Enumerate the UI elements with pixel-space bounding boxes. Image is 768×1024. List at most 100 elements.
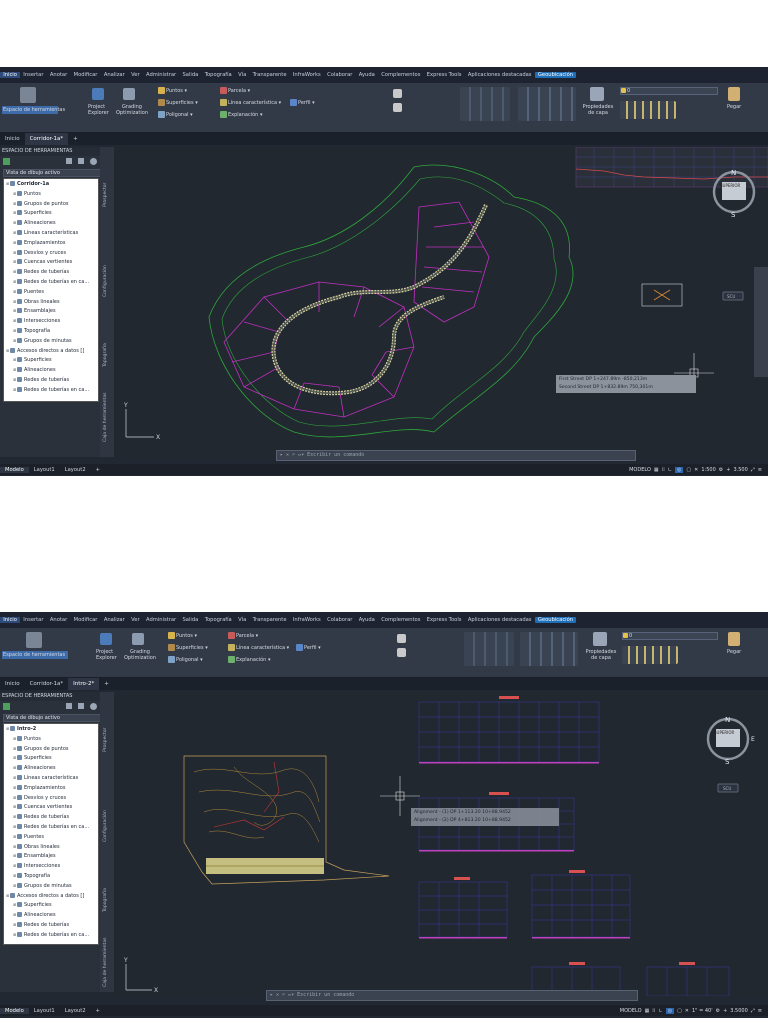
side-tab[interactable]: Topografía	[103, 343, 108, 367]
tree-item[interactable]: ⊞ Superficies	[4, 900, 98, 910]
puntos-button[interactable]: Puntos ▾	[168, 632, 197, 639]
file-tab[interactable]: Corridor-1a*	[24, 133, 69, 145]
section-view-icon[interactable]	[397, 634, 406, 643]
tree-item[interactable]: ⊞ Intro-2	[4, 724, 98, 734]
menu-item[interactable]: Express Tools	[424, 72, 465, 78]
menu-item[interactable]: Inicio	[0, 617, 21, 623]
tree-item[interactable]: ⊞ Superficies	[4, 753, 98, 763]
menu-item[interactable]: Salida	[179, 617, 201, 623]
tree-item[interactable]: ⊞ Ensamblajes	[4, 306, 98, 316]
new-tab-icon[interactable]: +	[99, 678, 114, 690]
tree-item[interactable]: ⊞ Obras lineales	[4, 842, 98, 852]
tree-item[interactable]: ⊞ Alineaciones	[4, 218, 98, 228]
menu-item[interactable]: Geoubicación	[534, 72, 577, 78]
plus-icon[interactable]: +	[723, 1008, 727, 1014]
layout-tab[interactable]: Layout1	[29, 1008, 60, 1014]
modify-tools-icon[interactable]	[520, 632, 578, 666]
espacio-herramientas-button[interactable]: Espacio de herramientas	[2, 106, 65, 114]
profile-view-icon[interactable]	[397, 648, 406, 657]
command-line[interactable]: ▸ ✕ ⌕ ▭▾ Escribir un comando	[276, 450, 636, 461]
tools-icon[interactable]	[20, 87, 36, 103]
tree-item[interactable]: ⊞ Puentes	[4, 832, 98, 842]
grading-optimization-button[interactable]: Grading Optimization	[124, 649, 156, 661]
osnap-icon[interactable]: ▢	[686, 467, 691, 473]
menu-item[interactable]: Modificar	[70, 72, 100, 78]
snap-icon[interactable]: ⁞⁞	[662, 467, 665, 473]
model-space-toggle[interactable]: MODELO	[629, 467, 651, 473]
tree-item[interactable]: ⊞ Puntos	[4, 734, 98, 744]
profile-view-icon[interactable]	[393, 103, 402, 112]
tree-item[interactable]: ⊞ Ensamblajes	[4, 851, 98, 861]
layer-dropdown[interactable]: 0	[620, 87, 718, 95]
annotation-scale[interactable]: 1" = 40'	[692, 1008, 713, 1014]
side-tab[interactable]: Configuración	[103, 265, 108, 297]
palette-grid-icon[interactable]	[78, 703, 84, 709]
palette-list-icon[interactable]	[66, 158, 72, 164]
annotation-icon[interactable]: ✕	[694, 467, 698, 473]
tree-item[interactable]: ⊞ Grupos de minutas	[4, 881, 98, 891]
tree-item[interactable]: ⊞ Cuencas vertientes	[4, 802, 98, 812]
palette-grid-icon[interactable]	[78, 158, 84, 164]
tree-item[interactable]: ⊞ Topografía	[4, 326, 98, 336]
wcs-label[interactable]: SCU	[727, 294, 735, 299]
tree-item[interactable]: ⊞ Redes de tuberías	[4, 920, 98, 930]
file-tab[interactable]: Inicio	[0, 678, 25, 690]
menu-item[interactable]: Modificar	[70, 617, 100, 623]
explanacion-button[interactable]: Explanación ▾	[220, 111, 262, 118]
ortho-icon[interactable]: ∟	[668, 467, 672, 473]
menu-item[interactable]: Anotar	[47, 617, 71, 623]
side-tab[interactable]: Prospector	[103, 183, 108, 207]
project-explorer-button[interactable]: Project Explorer	[96, 649, 118, 661]
layer-tools-icon[interactable]	[620, 101, 676, 119]
tree-item[interactable]: ⊞ Emplazamientos	[4, 783, 98, 793]
side-tab[interactable]: Topografía	[103, 888, 108, 912]
layout-tab[interactable]: Modelo	[0, 466, 29, 473]
project-explorer-icon[interactable]	[92, 88, 104, 100]
side-tab[interactable]: Caja de herramientas	[103, 392, 108, 442]
menu-item[interactable]: Aplicaciones destacadas	[465, 617, 535, 623]
tree-item[interactable]: ⊞ Superficies	[4, 355, 98, 365]
layout-tab[interactable]: Modelo	[0, 1007, 29, 1014]
menu-item[interactable]: Ayuda	[356, 617, 378, 623]
parcela-button[interactable]: Parcela ▾	[220, 87, 250, 94]
perfil-button[interactable]: Perfil ▾	[296, 644, 321, 651]
linea-caracteristica-button[interactable]: Línea característica ▾	[228, 644, 289, 651]
side-tab[interactable]: Configuración	[103, 810, 108, 842]
menu-item[interactable]: Colaborar	[324, 617, 356, 623]
wcs-label[interactable]: SCU	[723, 786, 731, 791]
fullscreen-icon[interactable]: ⤢	[751, 1008, 755, 1014]
tree-item[interactable]: ⊞ Redes de tuberías	[4, 812, 98, 822]
menu-item[interactable]: Colaborar	[324, 72, 356, 78]
tree-item[interactable]: ⊞ Redes de tuberías en ca...	[4, 822, 98, 832]
grading-optimization-icon[interactable]	[132, 633, 144, 645]
menu-item[interactable]: Analizar	[101, 617, 128, 623]
clipboard-icon[interactable]	[728, 632, 740, 646]
file-tab[interactable]: Inicio	[0, 133, 25, 145]
menu-item[interactable]: Anotar	[47, 72, 71, 78]
snap-icon[interactable]: ⁞⁞	[652, 1008, 655, 1014]
side-tab[interactable]: Caja de herramientas	[103, 937, 108, 987]
layout-tab[interactable]: Layout2	[60, 1008, 91, 1014]
ortho-icon[interactable]: ∟	[658, 1008, 662, 1014]
menu-item[interactable]: InfraWorks	[290, 72, 324, 78]
menu-item[interactable]: Insertar	[20, 617, 47, 623]
tree-item[interactable]: ⊞ Puentes	[4, 287, 98, 297]
draw-tools-icon[interactable]	[460, 87, 510, 121]
menu-item[interactable]: Transparente	[249, 617, 289, 623]
menu-item[interactable]: Topografía	[202, 72, 235, 78]
layer-properties-icon[interactable]	[593, 632, 607, 646]
tools-icon[interactable]	[26, 632, 42, 648]
menu-item[interactable]: Topografía	[202, 617, 235, 623]
superficies-button[interactable]: Superficies ▾	[158, 99, 198, 106]
menu-item[interactable]: Administrar	[143, 617, 180, 623]
osnap-icon[interactable]: ▢	[677, 1008, 682, 1014]
file-tab[interactable]: Intro-2*	[68, 678, 100, 690]
menu-item[interactable]: Insertar	[20, 72, 47, 78]
annotation-scale[interactable]: 1:500	[701, 467, 715, 473]
tree-item[interactable]: ⊞ Redes de tuberías	[4, 267, 98, 277]
drawing-viewport[interactable]: Y X SUPERIOR N S SCU First Street DP 1+2…	[114, 147, 768, 459]
menu-item[interactable]: Ver	[128, 617, 143, 623]
tree-item[interactable]: ⊞ Grupos de minutas	[4, 336, 98, 346]
propiedades-capa-button[interactable]: Propiedades de capa	[583, 649, 619, 661]
tree-item[interactable]: ⊞ Líneas características	[4, 773, 98, 783]
